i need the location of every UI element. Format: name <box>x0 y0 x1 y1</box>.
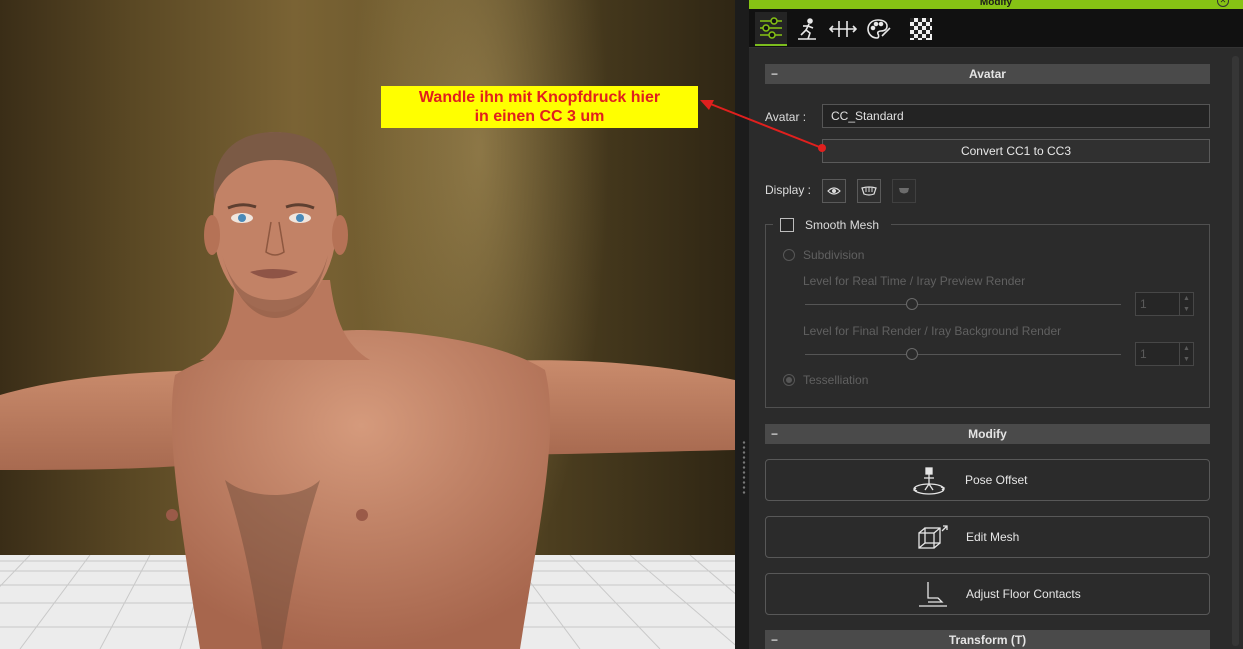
display-eye-button[interactable] <box>822 179 846 203</box>
panel-content: − Avatar Avatar : CC_Standard Convert CC… <box>749 48 1243 649</box>
panel-title: Modify <box>749 0 1243 9</box>
smooth-mesh-checkbox[interactable] <box>780 218 794 232</box>
tessellation-radio[interactable] <box>783 374 795 386</box>
display-teeth-button[interactable] <box>857 179 881 203</box>
final-level-slider-knob[interactable] <box>906 348 918 360</box>
floor-contact-icon <box>919 582 947 607</box>
realtime-level-label: Level for Real Time / Iray Preview Rende… <box>803 274 1026 288</box>
spin-up-icon[interactable]: ▲ <box>1179 343 1193 354</box>
section-avatar-header[interactable]: − Avatar <box>765 64 1210 84</box>
collapse-icon[interactable]: − <box>771 64 778 84</box>
subdivision-radio[interactable] <box>783 249 795 261</box>
tab-texture[interactable] <box>905 12 937 46</box>
panel-splitter-handle[interactable] <box>742 440 746 496</box>
tab-motion[interactable] <box>791 12 823 46</box>
avatar-name-field[interactable]: CC_Standard <box>822 104 1210 128</box>
realtime-level-value: 1 <box>1140 297 1147 311</box>
pose-offset-icon <box>912 467 946 495</box>
pose-offset-button[interactable]: Pose Offset <box>765 459 1210 501</box>
motion-pose-icon <box>798 18 816 40</box>
modify-sliders-icon <box>760 17 782 39</box>
final-level-spinbox[interactable]: 1 ▲ ▼ <box>1135 342 1194 366</box>
tab-bar <box>749 9 1243 48</box>
tab-modify[interactable] <box>755 12 787 46</box>
scrollbar[interactable] <box>1232 56 1239 646</box>
subdivision-label: Subdivision <box>803 248 865 262</box>
section-transform-header[interactable]: − Transform (T) <box>765 630 1210 649</box>
adjust-floor-contacts-button[interactable]: Adjust Floor Contacts <box>765 573 1210 615</box>
morph-slider-icon <box>829 21 857 37</box>
tongue-icon <box>899 188 909 194</box>
spin-up-icon[interactable]: ▲ <box>1179 293 1193 304</box>
edit-mesh-label: Edit Mesh <box>966 530 1020 544</box>
tessellation-label: Tesselliation <box>803 373 869 387</box>
section-transform-title: Transform (T) <box>948 633 1027 647</box>
texture-checker-icon <box>910 18 932 40</box>
section-avatar-title: Avatar <box>969 67 1006 81</box>
collapse-icon[interactable]: − <box>771 630 778 649</box>
convert-cc1-to-cc3-button[interactable]: Convert CC1 to CC3 <box>822 139 1210 163</box>
modify-panel: Modify ✕ − Avatar Avatar: CC_Standard C… <box>735 0 1243 649</box>
realtime-level-spinbox[interactable]: 1 ▲ ▼ <box>1135 292 1194 316</box>
spin-down-icon[interactable]: ▼ <box>1179 304 1193 315</box>
teeth-icon <box>861 186 877 196</box>
adjust-floor-contacts-label: Adjust Floor Contacts <box>966 587 1081 601</box>
edit-mesh-icon <box>918 525 948 549</box>
tab-material[interactable] <box>863 12 895 46</box>
final-level-value: 1 <box>1140 347 1147 361</box>
edit-mesh-button[interactable]: Edit Mesh <box>765 516 1210 558</box>
eye-icon <box>827 187 841 195</box>
realtime-level-slider-knob[interactable] <box>906 298 918 310</box>
spin-down-icon[interactable]: ▼ <box>1179 354 1193 365</box>
final-level-slider-track[interactable] <box>805 354 1121 355</box>
display-tongue-button[interactable] <box>892 179 916 203</box>
section-modify-header[interactable]: − Modify <box>765 424 1210 444</box>
tab-morph[interactable] <box>827 12 859 46</box>
final-level-label: Level for Final Render / Iray Background… <box>803 324 1062 338</box>
callout-line-2: in einen CC 3 um <box>474 108 605 125</box>
realtime-level-slider-track[interactable] <box>805 304 1121 305</box>
display-label: Display : <box>765 183 812 197</box>
section-modify-title: Modify <box>968 427 1007 441</box>
material-palette-icon <box>867 19 891 39</box>
collapse-icon[interactable]: − <box>771 424 778 444</box>
avatar-label: Avatar : <box>765 110 807 124</box>
pose-offset-label: Pose Offset <box>965 473 1028 487</box>
smooth-mesh-label: Smooth Mesh <box>805 218 880 232</box>
annotation-callout: Wandle ihn mit Knopfdruck hier in einen … <box>381 86 698 128</box>
callout-line-1: Wandle ihn mit Knopfdruck hier <box>418 89 661 106</box>
